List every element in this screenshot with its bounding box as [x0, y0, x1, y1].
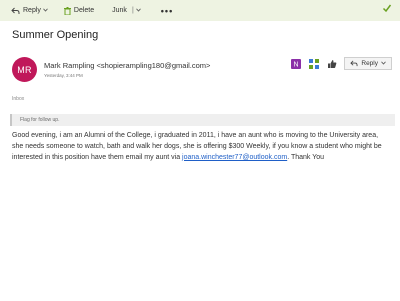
more-actions-button[interactable]: •••: [158, 0, 176, 21]
check-icon[interactable]: [382, 3, 392, 15]
junk-button[interactable]: Junk |: [109, 0, 144, 21]
onenote-icon[interactable]: N: [289, 57, 302, 70]
flag-text: Flag for follow up.: [20, 117, 60, 123]
like-icon[interactable]: [325, 57, 338, 70]
trash-icon: [63, 6, 71, 15]
message-toolbar: Reply Delete Junk | •••: [0, 0, 400, 21]
message-subject: Summer Opening: [12, 29, 99, 41]
reply-icon: [11, 7, 20, 15]
message-date: Yesterday, 3:44 PM: [44, 73, 83, 78]
apps-icon[interactable]: [307, 57, 320, 70]
reply-label: Reply: [23, 7, 41, 14]
folder-label[interactable]: Inbox: [12, 96, 24, 102]
reply-button[interactable]: Reply: [8, 0, 51, 21]
svg-text:N: N: [293, 61, 298, 68]
message-body: Good evening, i am an Alumni of the Coll…: [12, 131, 390, 163]
body-text-after-link: . Thank You: [287, 153, 325, 161]
reply-icon: [350, 60, 358, 67]
chevron-down-icon[interactable]: [43, 8, 48, 14]
flag-for-follow-up-bar[interactable]: Flag for follow up.: [10, 114, 395, 126]
delete-button[interactable]: Delete: [61, 0, 97, 21]
junk-separator: |: [131, 7, 134, 14]
reply-dropdown-button[interactable]: Reply: [344, 57, 392, 70]
avatar: MR: [12, 57, 37, 82]
sender-name[interactable]: Mark Rampling <shopierampling180@gmail.c…: [44, 61, 210, 70]
delete-label: Delete: [73, 7, 95, 14]
message-actions: N Reply: [284, 57, 392, 70]
chevron-down-icon[interactable]: [381, 61, 386, 67]
chevron-down-icon[interactable]: [135, 8, 141, 14]
junk-label: Junk: [112, 7, 127, 14]
reply-dropdown-label: Reply: [361, 60, 378, 67]
email-link[interactable]: joana.winchester77@outlook.com: [182, 154, 287, 161]
